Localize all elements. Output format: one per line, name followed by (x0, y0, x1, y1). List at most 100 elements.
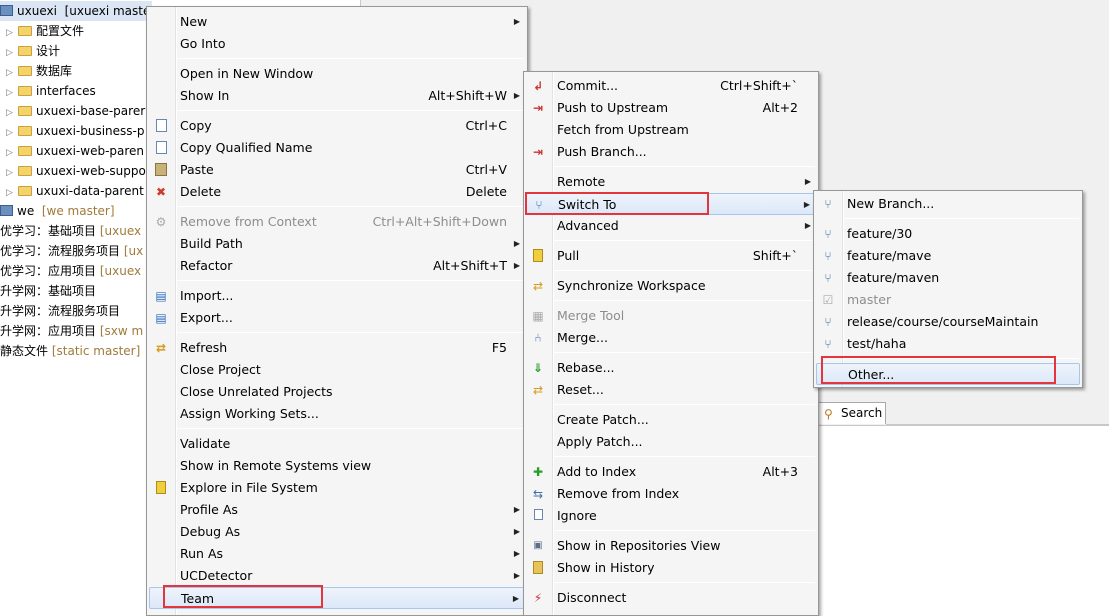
menu-item-fetch-upstream[interactable]: Fetch from Upstream (526, 119, 816, 141)
menu-item-build-path[interactable]: Build Path ▶ (149, 233, 525, 255)
tree-folder[interactable]: ▷ 配置文件 (6, 21, 84, 41)
menu-item-delete[interactable]: ✖ Delete Delete (149, 181, 525, 203)
folder-icon (18, 106, 32, 116)
menu-item-commit[interactable]: ↲ Commit... Ctrl+Shift+` (526, 75, 816, 97)
menu-item-branch[interactable]: ⑂ test/haha (816, 333, 1080, 355)
ignore-icon (530, 508, 546, 524)
menu-item-refresh[interactable]: ⇄ Refresh F5 (149, 337, 525, 359)
menu-item-merge[interactable]: ⑃ Merge... (526, 327, 816, 349)
menu-label: Push Branch... (557, 144, 647, 159)
menu-item-close-unrelated[interactable]: Close Unrelated Projects (149, 381, 525, 403)
menu-label: Apply Patch... (557, 434, 643, 449)
menu-shortcut: Alt+Shift+T (433, 258, 507, 273)
repo-label: [sxw m (99, 324, 144, 338)
expand-arrow-icon[interactable]: ▷ (6, 123, 16, 143)
menu-separator (177, 280, 524, 281)
search-view-tab[interactable]: ⚲ Search (818, 402, 886, 424)
menu-item-disconnect[interactable]: ⚡ Disconnect (526, 587, 816, 609)
menu-item-switch-to[interactable]: ⑂ Switch To ▶ (526, 193, 816, 215)
menu-item-run-as[interactable]: Run As ▶ (149, 543, 525, 565)
menu-item-export[interactable]: ▤ Export... (149, 307, 525, 329)
expand-arrow-icon[interactable]: ▷ (6, 23, 16, 43)
tree-row-project[interactable]: 升学网：基础项目 (0, 281, 100, 301)
tree-row-project[interactable]: 静态文件 [static master] (0, 341, 140, 361)
tree-folder[interactable]: ▷ interfaces (6, 81, 96, 101)
menu-item-remote-systems[interactable]: Show in Remote Systems view (149, 455, 525, 477)
menu-item-apply-patch[interactable]: Apply Patch... (526, 431, 816, 453)
menu-label: Team (181, 591, 215, 606)
folder-icon (18, 146, 32, 156)
menu-item-profile-as[interactable]: Profile As ▶ (149, 499, 525, 521)
tree-folder[interactable]: ▷ uxuexi-base-parer (6, 101, 145, 121)
menu-item-add-to-index[interactable]: ✚ Add to Index Alt+3 (526, 461, 816, 483)
expand-arrow-icon[interactable]: ▷ (6, 63, 16, 83)
menu-item-branch-current[interactable]: ☑ master (816, 289, 1080, 311)
tree-row-we[interactable]: we [we master] (0, 201, 115, 221)
menu-label: Disconnect (557, 590, 627, 605)
menu-item-reset[interactable]: ⇄ Reset... (526, 379, 816, 401)
menu-item-copy[interactable]: Copy Ctrl+C (149, 115, 525, 137)
expand-arrow-icon[interactable]: ▷ (6, 143, 16, 163)
expand-arrow-icon[interactable]: ▷ (6, 183, 16, 203)
menu-item-copy-qualified-name[interactable]: Copy Qualified Name (149, 137, 525, 159)
tree-folder[interactable]: ▷ uxuexi-web-suppo (6, 161, 146, 181)
menu-item-remove-from-context[interactable]: ⚙ Remove from Context Ctrl+Alt+Shift+Down (149, 211, 525, 233)
tree-row-project[interactable]: 优学习：流程服务项目 [ux (0, 241, 143, 261)
submenu-arrow-icon: ▶ (513, 527, 520, 536)
tree-folder[interactable]: ▷ uxuexi-business-p (6, 121, 145, 141)
menu-item-import[interactable]: ▤ Import... (149, 285, 525, 307)
menu-item-push-branch[interactable]: ⇥ Push Branch... (526, 141, 816, 163)
menu-item-remote[interactable]: Remote ▶ (526, 171, 816, 193)
project-name: 优学习：基础项目 (0, 224, 97, 238)
menu-item-ignore[interactable]: Ignore (526, 505, 816, 527)
menu-item-show-repositories[interactable]: ▣ Show in Repositories View (526, 535, 816, 557)
menu-item-team[interactable]: Team ▶ (149, 587, 525, 609)
tree-row-project[interactable]: 升学网：流程服务项目 (0, 301, 124, 321)
menu-item-explore-file-system[interactable]: Explore in File System (149, 477, 525, 499)
menu-item-debug-as[interactable]: Debug As ▶ (149, 521, 525, 543)
expand-arrow-icon[interactable]: ▷ (6, 83, 16, 103)
menu-item-branch[interactable]: ⑂ feature/mave (816, 245, 1080, 267)
tree-folder[interactable]: ▷ uxuexi-web-paren (6, 141, 144, 161)
menu-item-go-into[interactable]: Go Into (149, 33, 525, 55)
menu-item-branch[interactable]: ⑂ release/course/courseMaintain (816, 311, 1080, 333)
tree-row-uxuexi[interactable]: uxuexi [uxuexi maste (0, 1, 152, 21)
menu-item-branch[interactable]: ⑂ feature/30 (816, 223, 1080, 245)
repo-label: [ux (123, 244, 144, 258)
tree-folder[interactable]: ▷ 数据库 (6, 61, 72, 81)
menu-label: Show in Repositories View (557, 538, 721, 553)
menu-item-open-new-window[interactable]: Open in New Window (149, 63, 525, 85)
menu-item-create-patch[interactable]: Create Patch... (526, 409, 816, 431)
tree-folder[interactable]: ▷ uxuxi-data-parent (6, 181, 144, 201)
menu-item-new[interactable]: New ▶ (149, 11, 525, 33)
tree-folder[interactable]: ▷ 设计 (6, 41, 60, 61)
menu-item-rebase[interactable]: ⇓ Rebase... (526, 357, 816, 379)
menu-item-branch[interactable]: ⑂ feature/maven (816, 267, 1080, 289)
menu-item-pull[interactable]: Pull Shift+` (526, 245, 816, 267)
tree-row-project[interactable]: 优学习：基础项目 [uxuex (0, 221, 141, 241)
menu-item-new-branch[interactable]: ⑂ New Branch... (816, 193, 1080, 215)
expand-arrow-icon[interactable]: ▷ (6, 43, 16, 63)
menu-item-push-upstream[interactable]: ⇥ Push to Upstream Alt+2 (526, 97, 816, 119)
tree-row-project[interactable]: 升学网：应用项目 [sxw m (0, 321, 143, 341)
menu-item-paste[interactable]: Paste Ctrl+V (149, 159, 525, 181)
menu-item-ucdetector[interactable]: UCDetector ▶ (149, 565, 525, 587)
menu-item-other[interactable]: Other... (816, 363, 1080, 385)
menu-item-assign-working-sets[interactable]: Assign Working Sets... (149, 403, 525, 425)
menu-item-refactor[interactable]: Refactor Alt+Shift+T ▶ (149, 255, 525, 277)
history-icon (530, 560, 546, 576)
menu-item-close-project[interactable]: Close Project (149, 359, 525, 381)
menu-item-show-in[interactable]: Show In Alt+Shift+W ▶ (149, 85, 525, 107)
menu-item-advanced[interactable]: Advanced ▶ (526, 215, 816, 237)
search-icon: ⚲ (824, 407, 833, 421)
menu-item-validate[interactable]: Validate (149, 433, 525, 455)
menu-item-synchronize[interactable]: ⇄ Synchronize Workspace (526, 275, 816, 297)
menu-separator (177, 428, 524, 429)
menu-item-remove-from-index[interactable]: ⇆ Remove from Index (526, 483, 816, 505)
menu-item-show-history[interactable]: Show in History (526, 557, 816, 579)
expand-arrow-icon[interactable]: ▷ (6, 103, 16, 123)
expand-arrow-icon[interactable]: ▷ (6, 163, 16, 183)
tree-row-project[interactable]: 优学习：应用项目 [uxuex (0, 261, 141, 281)
folder-label: uxuexi-business-p (36, 124, 145, 138)
menu-item-merge-tool[interactable]: ▦ Merge Tool (526, 305, 816, 327)
